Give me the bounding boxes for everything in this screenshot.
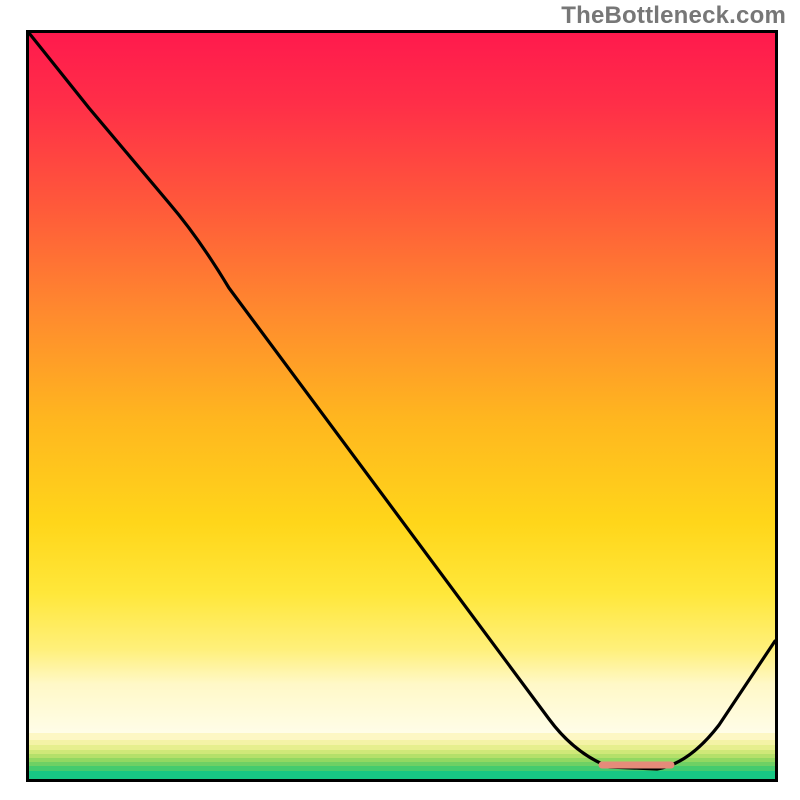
band bbox=[29, 750, 775, 754]
band bbox=[29, 771, 775, 779]
band bbox=[29, 740, 775, 745]
chart-svg bbox=[29, 33, 775, 779]
chart-area bbox=[26, 30, 778, 782]
band bbox=[29, 733, 775, 740]
band bbox=[29, 754, 775, 758]
band bbox=[29, 758, 775, 762]
attribution-text: TheBottleneck.com bbox=[561, 2, 786, 30]
band bbox=[29, 745, 775, 750]
gradient-fill bbox=[29, 33, 775, 733]
